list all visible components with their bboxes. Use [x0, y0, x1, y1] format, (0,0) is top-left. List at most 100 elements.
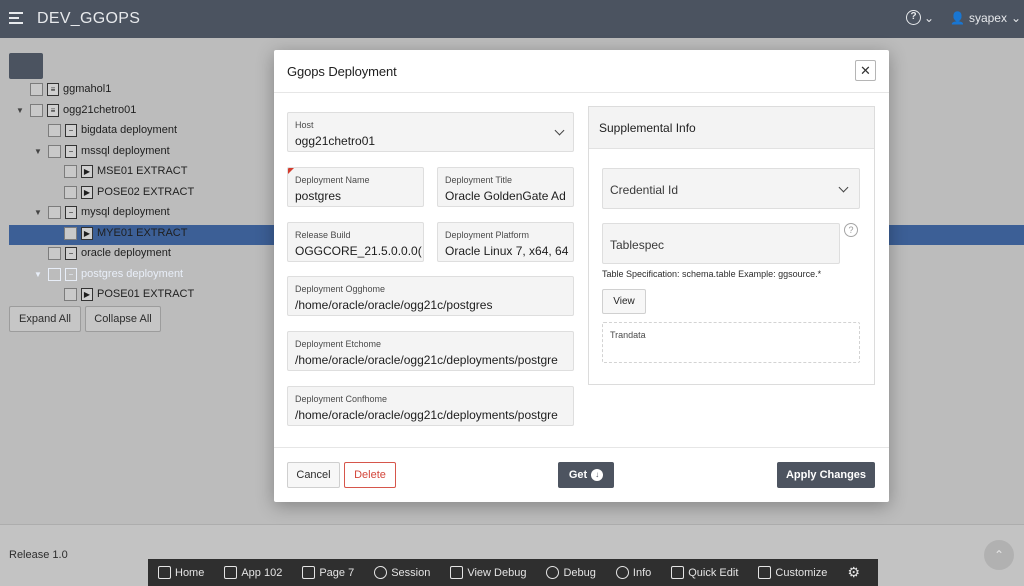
- host-select[interactable]: Host ogg21chetro01: [287, 112, 574, 152]
- tree-checkbox[interactable]: [64, 226, 77, 240]
- delete-button[interactable]: Delete: [344, 462, 396, 488]
- etchome-value: /home/oracle/oracle/ogg21c/deployments/p…: [295, 353, 558, 367]
- expand-toggle-icon[interactable]: ▼: [34, 147, 44, 156]
- tree-node[interactable]: − bigdata deployment: [48, 120, 177, 140]
- tree-node-label: MSE01 EXTRACT: [97, 165, 188, 177]
- tree-checkbox[interactable]: [48, 144, 61, 158]
- user-name: syapex: [968, 11, 1007, 25]
- deployment-confhome-field[interactable]: Deployment Confhome /home/oracle/oracle/…: [287, 386, 574, 426]
- tree-checkbox[interactable]: [48, 205, 61, 219]
- tree-checkbox[interactable]: [64, 185, 77, 199]
- deployment-ogghome-field[interactable]: Deployment Ogghome /home/oracle/oracle/o…: [287, 276, 574, 316]
- help-icon[interactable]: ?: [844, 223, 858, 237]
- dev-customize-button[interactable]: Customize: [748, 559, 837, 586]
- tree-checkbox[interactable]: [48, 246, 61, 260]
- dev-page-button[interactable]: Page 7: [292, 559, 364, 586]
- trandata-label: Trandata: [610, 330, 646, 340]
- brush-icon: [758, 566, 772, 579]
- dialog-title: Ggops Deployment: [287, 64, 397, 79]
- deployment-title-field[interactable]: Deployment Title Oracle GoldenGate Ad: [437, 167, 574, 207]
- apply-changes-button[interactable]: Apply Changes: [777, 462, 875, 488]
- tree-node-label: ggmahol1: [63, 83, 112, 95]
- view-button[interactable]: View: [602, 289, 646, 314]
- tree-node[interactable]: ▶ POSE02 EXTRACT: [64, 182, 194, 202]
- dev-info-button[interactable]: Info: [606, 559, 661, 586]
- deployment-name-field[interactable]: Deployment Name postgres: [287, 167, 424, 207]
- etchome-label: Deployment Etchome: [295, 339, 382, 349]
- tree-node-label: POSE01 EXTRACT: [97, 288, 195, 300]
- deployment-name-value: postgres: [295, 189, 342, 203]
- tree-node-selected[interactable]: ▼ − postgres deployment: [34, 264, 183, 284]
- tablespec-input[interactable]: Tablespec: [602, 223, 840, 264]
- tree-node[interactable]: ▶ MYE01 EXTRACT: [64, 223, 187, 243]
- deployment-etchome-field[interactable]: Deployment Etchome /home/oracle/oracle/o…: [287, 331, 574, 371]
- chevron-down-icon: [838, 182, 849, 193]
- tree-checkbox[interactable]: [30, 82, 43, 96]
- collapse-all-button[interactable]: Collapse All: [85, 306, 161, 332]
- help-menu[interactable]: ? ⌄: [906, 10, 934, 25]
- expand-toggle-icon[interactable]: ▼: [34, 208, 44, 217]
- dev-quick-edit-button[interactable]: Quick Edit: [661, 559, 748, 586]
- edit-icon: [224, 566, 238, 579]
- required-indicator: [288, 168, 294, 174]
- tree-node[interactable]: ▼ − mssql deployment: [34, 141, 170, 161]
- tree-checkbox-checked[interactable]: [48, 267, 61, 281]
- credential-id-select[interactable]: Credential Id: [602, 168, 860, 209]
- confhome-value: /home/oracle/oracle/ogg21c/deployments/p…: [295, 408, 558, 422]
- chevron-down-icon: ⌄: [924, 10, 935, 25]
- tree-toolbar-button[interactable]: [9, 53, 43, 79]
- deployment-icon: −: [65, 246, 77, 260]
- release-build-field[interactable]: Release Build OGGCORE_21.5.0.0.0(: [287, 222, 424, 262]
- supplemental-title: Supplemental Info: [599, 121, 696, 135]
- deployment-icon: −: [65, 144, 77, 158]
- view-debug-icon: [450, 566, 464, 579]
- tree-checkbox[interactable]: [30, 103, 43, 117]
- gear-icon: ⚙: [847, 564, 860, 580]
- confhome-label: Deployment Confhome: [295, 394, 388, 404]
- tree-node[interactable]: − oracle deployment: [48, 243, 171, 263]
- trandata-field[interactable]: Trandata: [602, 322, 860, 363]
- tree-node[interactable]: ▼ − mysql deployment: [34, 202, 170, 222]
- bug-icon: [546, 566, 560, 579]
- dev-session-button[interactable]: Session: [364, 559, 440, 586]
- tree-node[interactable]: ≡ ggmahol1: [30, 79, 111, 99]
- dev-app-button[interactable]: App 102: [214, 559, 292, 586]
- deployment-title-value: Oracle GoldenGate Ad: [445, 189, 566, 203]
- tree-checkbox[interactable]: [48, 123, 61, 137]
- page-icon: [302, 566, 316, 579]
- menu-icon[interactable]: [9, 12, 23, 24]
- expand-toggle-icon[interactable]: ▼: [16, 106, 26, 115]
- dev-debug-button[interactable]: Debug: [536, 559, 605, 586]
- user-menu[interactable]: 👤 syapex ⌄: [950, 11, 1021, 25]
- get-button[interactable]: Get ↓: [558, 462, 614, 488]
- developer-toolbar: Home App 102 Page 7 Session View Debug D…: [148, 559, 878, 586]
- expand-toggle-icon[interactable]: ▼: [34, 270, 44, 279]
- deployment-platform-field[interactable]: Deployment Platform Oracle Linux 7, x64,…: [437, 222, 574, 262]
- download-icon: ↓: [591, 469, 604, 481]
- tree-checkbox[interactable]: [64, 287, 77, 301]
- deployment-platform-value: Oracle Linux 7, x64, 64: [445, 244, 569, 258]
- dev-view-debug-button[interactable]: View Debug: [440, 559, 536, 586]
- play-icon: ▶: [81, 226, 93, 240]
- tree-node[interactable]: ▼ ≡ ogg21chetro01: [16, 100, 136, 120]
- tree-node-label: bigdata deployment: [81, 124, 178, 136]
- tree-checkbox[interactable]: [64, 164, 77, 178]
- deployment-platform-label: Deployment Platform: [445, 230, 530, 240]
- tree-node[interactable]: ▶ POSE01 EXTRACT: [64, 284, 194, 304]
- app-title[interactable]: DEV_GGOPS: [37, 10, 140, 28]
- close-button[interactable]: ✕: [855, 60, 876, 81]
- deployment-title-label: Deployment Title: [445, 175, 513, 185]
- deployment-name-label: Deployment Name: [295, 175, 370, 185]
- ogghome-value: /home/oracle/oracle/ogg21c/postgres: [295, 298, 493, 312]
- dev-home-button[interactable]: Home: [148, 559, 214, 586]
- tree-node[interactable]: ▶ MSE01 EXTRACT: [64, 161, 187, 181]
- scroll-top-icon[interactable]: ⌃: [984, 540, 1014, 570]
- expand-all-button[interactable]: Expand All: [9, 306, 81, 332]
- cancel-button[interactable]: Cancel: [287, 462, 340, 488]
- tablespec-help-text: Table Specification: schema.table Exampl…: [602, 269, 822, 279]
- play-icon: ▶: [81, 287, 93, 301]
- tree-node-label: POSE02 EXTRACT: [97, 186, 195, 198]
- play-icon: ▶: [81, 164, 93, 178]
- dev-settings-button[interactable]: ⚙: [837, 559, 870, 586]
- document-icon: ≡: [47, 82, 59, 96]
